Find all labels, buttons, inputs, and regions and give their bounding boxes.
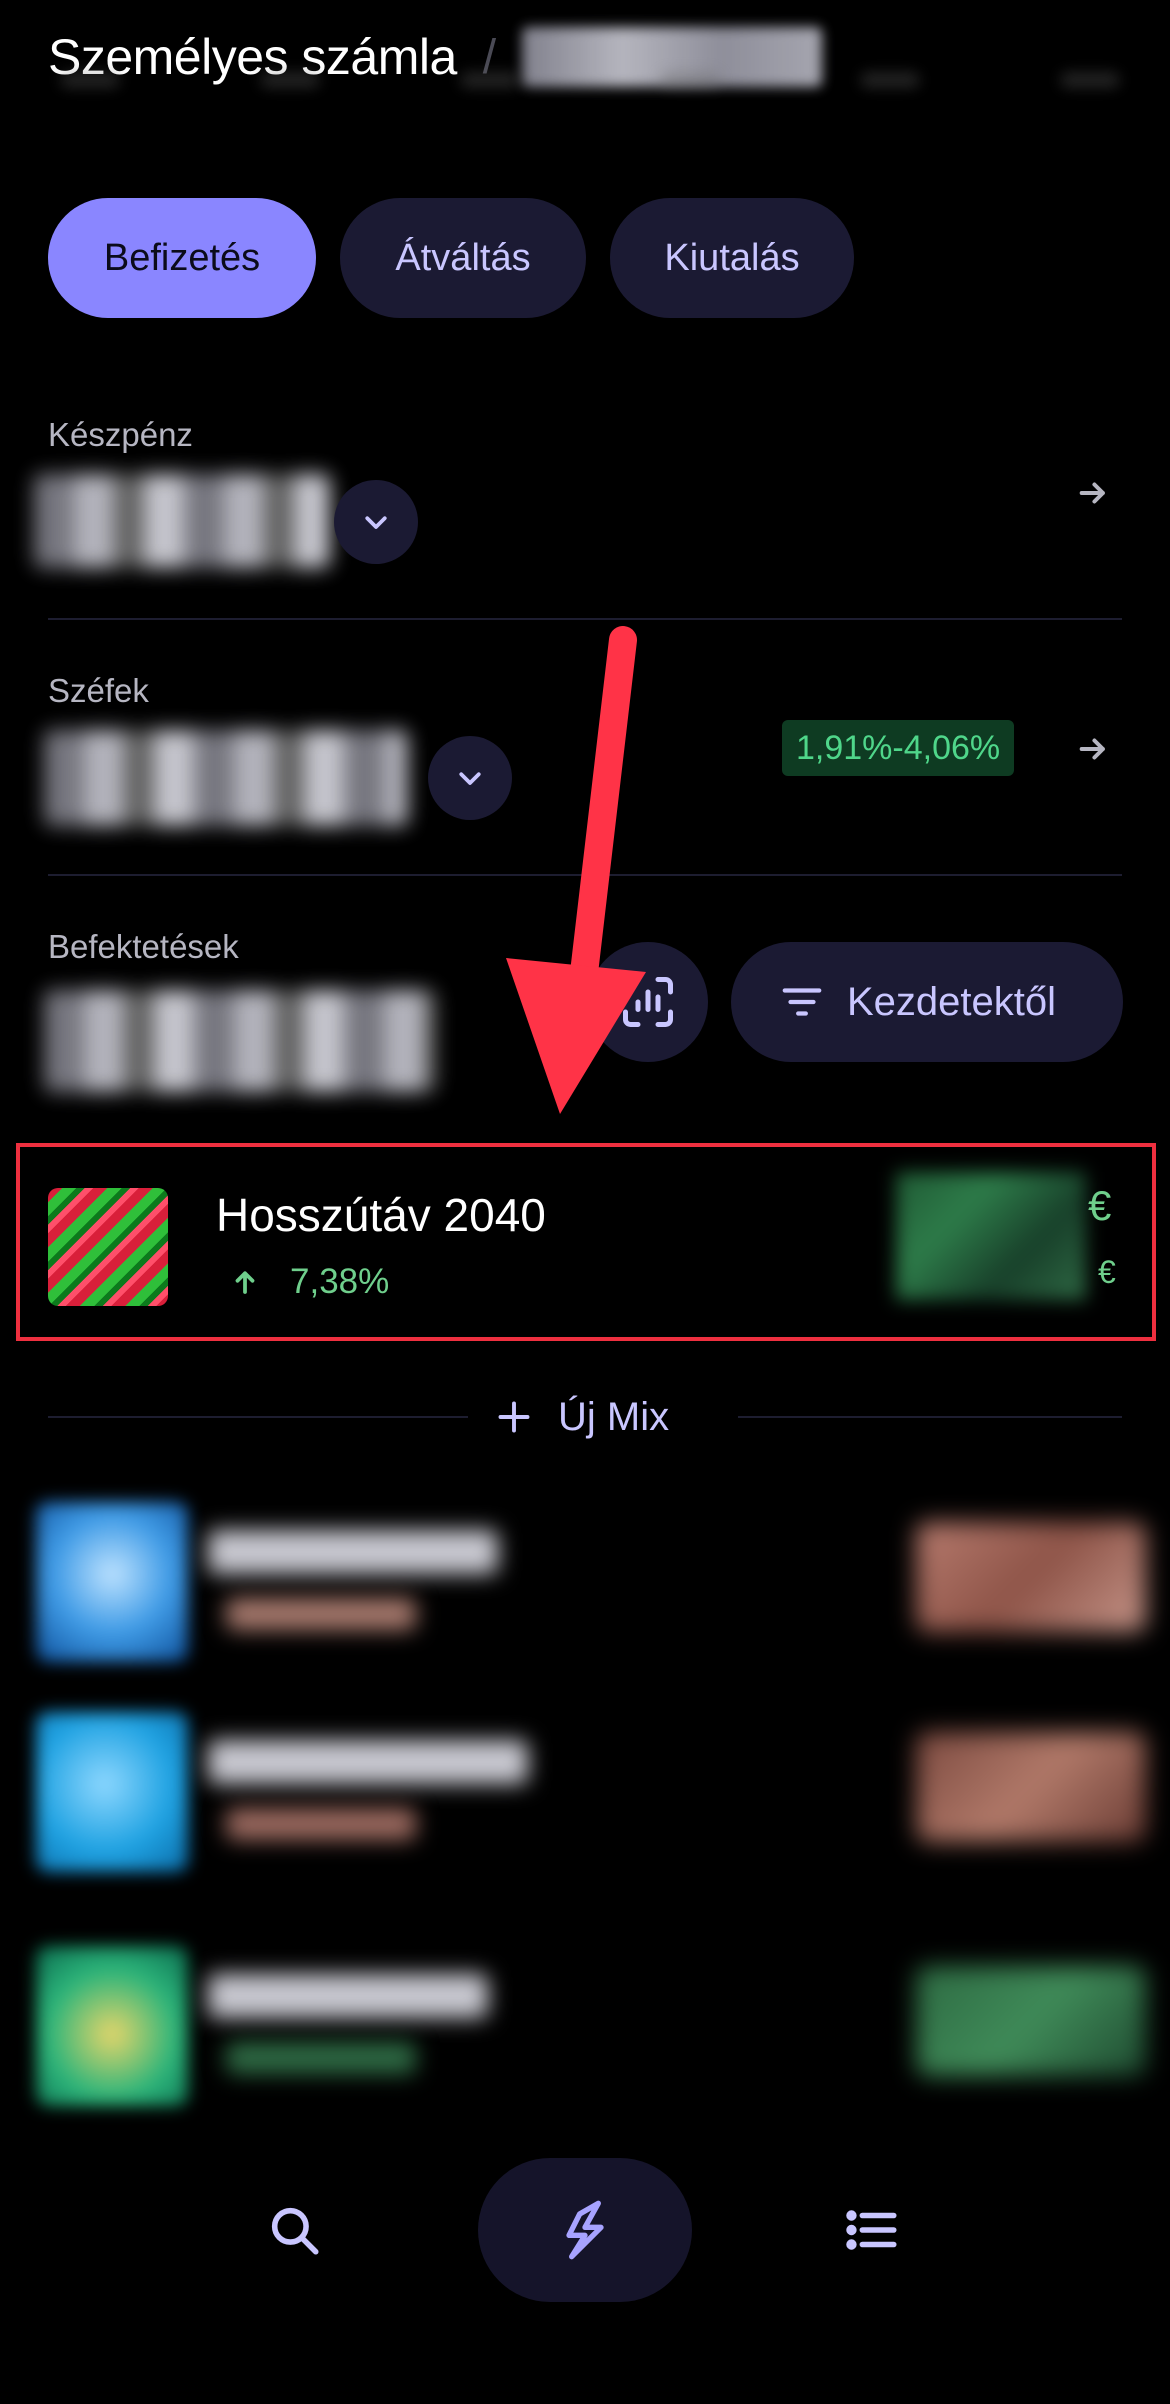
mix-change: 7,38% (230, 1262, 389, 1302)
mix-thumbnail[interactable] (48, 1188, 168, 1306)
list-item-value-blurred (916, 1966, 1146, 2076)
investments-amount-blurred (44, 990, 436, 1092)
chart-scan-icon (623, 977, 673, 1027)
mix-currency-small: € (1098, 1254, 1116, 1290)
filter-lines-icon (782, 988, 822, 1016)
list-item-subtitle-blurred (226, 2042, 416, 2074)
chart-scan-button[interactable] (588, 942, 708, 1062)
chevron-down-icon (365, 516, 387, 529)
new-mix-label: Új Mix (558, 1394, 670, 1439)
vaults-amount-blurred (44, 730, 408, 826)
arrow-up-icon (235, 1271, 255, 1294)
search-icon (271, 2207, 319, 2255)
exchange-button[interactable]: Átváltás (340, 198, 586, 318)
chevron-down-icon (459, 772, 481, 785)
vaults-label: Széfek (48, 672, 149, 709)
list-item[interactable] (36, 1712, 1146, 1872)
list-item-subtitle-blurred (226, 1598, 416, 1630)
nav-search-button[interactable] (244, 2190, 344, 2270)
list-item-title-blurred (208, 1740, 528, 1784)
vaults-expand-button[interactable] (428, 736, 512, 820)
list-item[interactable] (36, 1946, 1146, 2106)
period-filter-label: Kezdetektől (847, 979, 1057, 1024)
list-item-thumbnail (36, 1502, 188, 1662)
new-mix-button[interactable]: Új Mix (496, 1386, 669, 1448)
plus-icon (498, 1401, 530, 1433)
action-buttons: Befizetés Átváltás Kiutalás (48, 198, 854, 318)
cash-label: Készpénz (48, 416, 193, 453)
nav-list-button[interactable] (822, 2190, 922, 2270)
mix-change-value: 7,38% (290, 1262, 390, 1301)
arrow-right-icon (1079, 738, 1105, 760)
investments-label: Befektetések (48, 928, 239, 965)
cash-amount-blurred (34, 474, 330, 568)
list-item-title-blurred (208, 1974, 488, 2018)
cash-open-button[interactable] (1068, 468, 1118, 518)
list-item[interactable] (36, 1502, 1146, 1662)
list-item-thumbnail (36, 1946, 188, 2106)
arrow-right-icon (1079, 482, 1105, 504)
divider (738, 1416, 1122, 1418)
divider (48, 874, 1122, 876)
vaults-open-button[interactable] (1068, 724, 1118, 774)
period-filter-button[interactable]: Kezdetektől (731, 942, 1123, 1062)
list-item-subtitle-blurred (226, 1808, 416, 1840)
nav-home-button[interactable] (478, 2158, 692, 2302)
list-item-thumbnail (36, 1712, 188, 1872)
vaults-rate-badge: 1,91%-4,06% (782, 720, 1015, 776)
withdraw-button[interactable]: Kiutalás (610, 198, 854, 318)
divider (48, 1416, 468, 1418)
list-icon (846, 2210, 897, 2250)
cash-expand-button[interactable] (334, 480, 418, 564)
list-item-title-blurred (208, 1530, 498, 1574)
lightning-icon (566, 2200, 604, 2260)
scrolled-content-ghost (60, 72, 1120, 112)
mix-name[interactable]: Hosszútáv 2040 (216, 1188, 546, 1242)
list-item-value-blurred (916, 1732, 1146, 1842)
list-item-value-blurred (916, 1522, 1146, 1632)
deposit-button[interactable]: Befizetés (48, 198, 316, 318)
mix-value-blurred (896, 1172, 1086, 1300)
mix-currency: € (1088, 1182, 1112, 1229)
bottom-navigation (0, 2150, 1170, 2310)
divider (48, 618, 1122, 620)
